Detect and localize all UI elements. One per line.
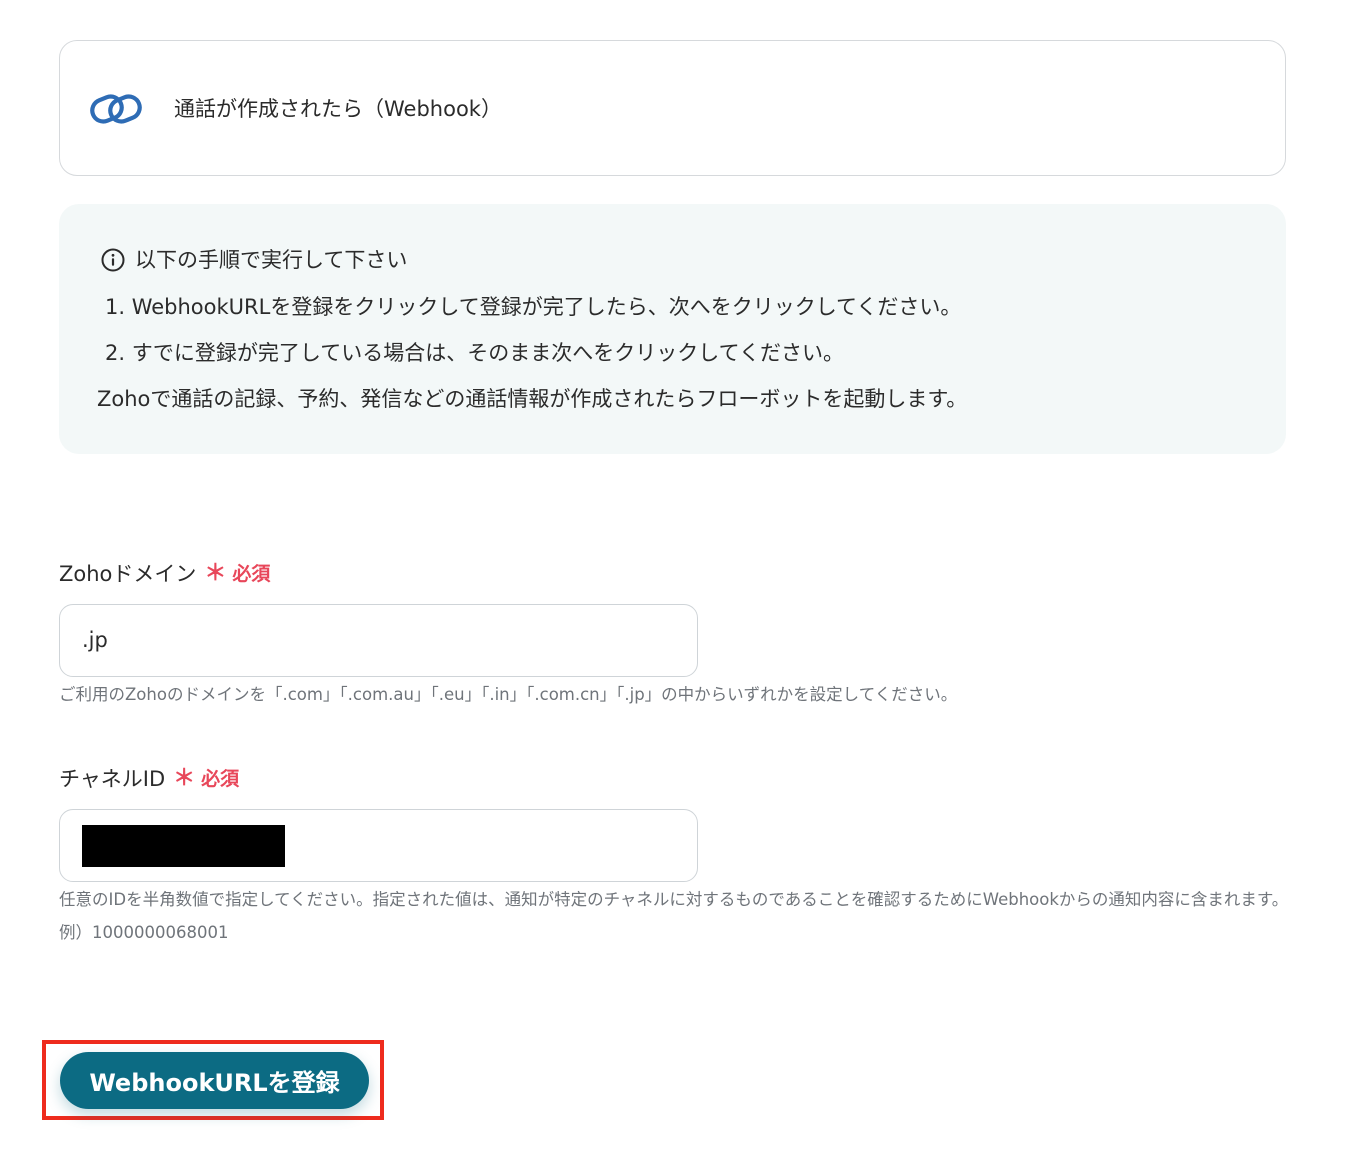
- info-description: Zohoで通話の記録、予約、発信などの通話情報が作成されたらフローボットを起動し…: [97, 387, 968, 411]
- required-text: 必須: [201, 768, 240, 790]
- channel-id-input[interactable]: [59, 809, 698, 882]
- domain-help-text: ご利用のZohoのドメインを「.com」「.com.au」「.eu」「.in」「…: [59, 685, 958, 704]
- channel-id-help-text: 任意のIDを半角数値で指定してください。指定された値は、通知が特定のチャネルに対…: [59, 890, 1289, 942]
- domain-input[interactable]: .jp: [59, 604, 698, 677]
- channel-id-field-label: チャネルID ＊ 必須: [59, 764, 239, 794]
- info-step-1: 1. WebhookURLを登録をクリックして登録が完了したら、次へをクリックし…: [105, 295, 962, 319]
- trigger-title: 通話が作成されたら（Webhook）: [174, 97, 502, 121]
- zoho-link-icon: [90, 94, 142, 124]
- channel-id-label-text: チャネルID: [59, 767, 166, 791]
- info-step-2: 2. すでに登録が完了している場合は、そのまま次へをクリックしてください。: [105, 341, 845, 365]
- info-box: 以下の手順で実行して下さい 1. WebhookURLを登録をクリックして登録が…: [59, 204, 1286, 454]
- required-text: 必須: [232, 563, 271, 585]
- info-heading-text: 以下の手順で実行して下さい: [135, 248, 408, 272]
- register-webhook-url-button[interactable]: WebhookURLを登録: [60, 1052, 369, 1109]
- domain-label-text: Zohoドメイン: [59, 562, 197, 586]
- redacted-value: [82, 825, 285, 867]
- trigger-card: 通話が作成されたら（Webhook）: [59, 40, 1286, 176]
- info-circle-icon: [101, 248, 125, 272]
- required-asterisk: ＊: [173, 766, 196, 791]
- required-asterisk: ＊: [204, 561, 227, 586]
- info-heading: 以下の手順で実行して下さい: [101, 244, 407, 276]
- domain-input-value: .jp: [82, 628, 108, 652]
- domain-field-label: Zohoドメイン ＊ 必須: [59, 559, 270, 589]
